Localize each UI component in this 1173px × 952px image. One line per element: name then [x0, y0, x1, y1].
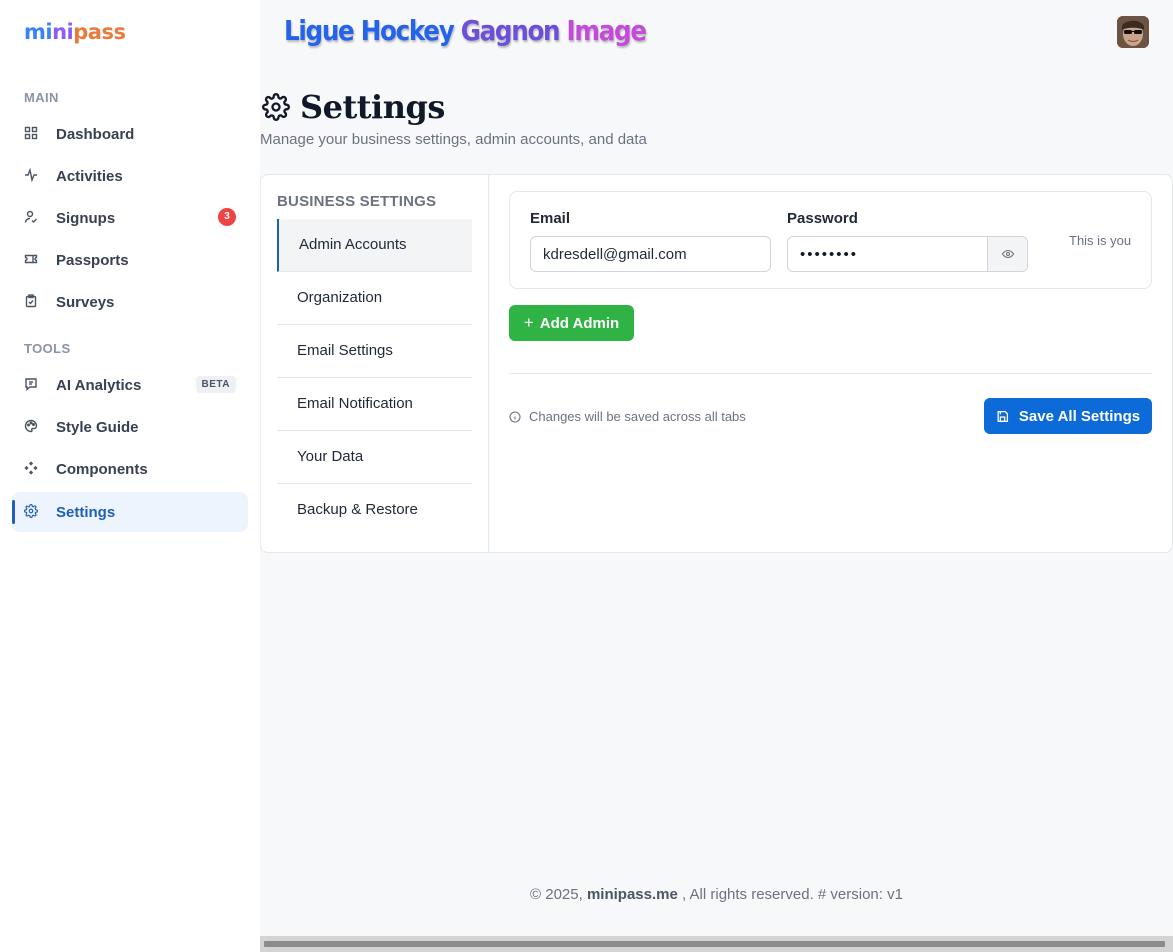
email-field[interactable]: kdresdell@gmail.com: [530, 236, 771, 272]
footer-brand-link[interactable]: minipass.me: [587, 886, 678, 903]
avatar-image: [1117, 16, 1149, 48]
logo-text-part3: pass: [73, 20, 126, 44]
sidebar-item-label: Settings: [56, 503, 116, 521]
sidebar-item-activities[interactable]: Activities: [12, 156, 248, 196]
sidebar-item-label: AI Analytics: [56, 376, 142, 394]
tab-label: Your Data: [297, 448, 364, 465]
sidebar-item-label: Passports: [56, 251, 129, 269]
horizontal-scrollbar[interactable]: [260, 936, 1173, 952]
org-title-part3: Image: [566, 14, 648, 47]
tab-label: Email Settings: [297, 342, 393, 359]
chat-icon: [25, 378, 37, 391]
settings-tabs: BUSINESS SETTINGS Admin Accounts Organiz…: [261, 175, 489, 552]
sidebar-item-surveys[interactable]: Surveys: [12, 282, 248, 322]
save-note-text: Changes will be saved across all tabs: [529, 409, 746, 424]
sidebar-item-settings[interactable]: Settings: [12, 492, 248, 532]
tab-email-notification[interactable]: Email Notification: [277, 378, 472, 431]
gear-icon: [262, 93, 290, 121]
sidebar-item-label: Surveys: [56, 293, 115, 311]
sidebar: minipass MAIN Dashboard Activities Signu…: [0, 0, 260, 952]
footer: © 2025, minipass.me , All rights reserve…: [260, 886, 1173, 903]
plus-icon: +: [523, 313, 534, 332]
sidebar-item-signups[interactable]: Signups 3: [12, 198, 248, 238]
divider: [509, 373, 1152, 374]
org-title-part2: Gagnon: [460, 14, 561, 47]
footer-rights: , All rights reserved. # version: v1: [682, 886, 903, 903]
org-title-part1: Ligue Hockey: [284, 14, 455, 47]
add-admin-button[interactable]: + Add Admin: [509, 305, 634, 341]
save-all-settings-button[interactable]: Save All Settings: [984, 398, 1152, 434]
dashboard-icon: [24, 126, 38, 140]
logo-text-part1: mi: [24, 20, 53, 44]
sidebar-item-dashboard[interactable]: Dashboard: [12, 114, 248, 154]
password-field[interactable]: ••••••••: [788, 237, 987, 271]
signup-icon: [24, 210, 37, 223]
tab-backup-restore[interactable]: Backup & Restore: [277, 484, 472, 537]
tab-label: Admin Accounts: [299, 236, 407, 253]
signups-count-badge: 3: [218, 208, 236, 226]
sidebar-item-passports[interactable]: Passports: [12, 240, 248, 280]
tab-email-settings[interactable]: Email Settings: [277, 325, 472, 378]
self-indicator: This is you: [1069, 233, 1132, 248]
password-label: Password: [787, 210, 858, 227]
admin-row: Email kdresdell@gmail.com Password •••••…: [509, 191, 1152, 289]
footer-copyright: © 2025,: [530, 886, 583, 903]
page-subtitle: Manage your business settings, admin acc…: [260, 131, 647, 148]
tab-label: Organization: [297, 289, 383, 306]
scrollbar-thumb[interactable]: [264, 941, 1165, 947]
sidebar-item-ai-analytics[interactable]: AI Analytics BETA: [12, 365, 248, 405]
logo-text-part2: ni: [52, 20, 74, 44]
clipboard-icon: [25, 294, 37, 308]
organization-title: Ligue Hockey Gagnon Image: [284, 14, 648, 47]
save-note: Changes will be saved across all tabs: [509, 409, 746, 424]
eye-icon: [1001, 249, 1014, 259]
palette-icon: [24, 419, 38, 433]
email-label: Email: [530, 210, 571, 227]
save-all-settings-label: Save All Settings: [1018, 407, 1141, 425]
page-heading: Settings: [262, 88, 445, 126]
tab-label: Backup & Restore: [297, 501, 418, 518]
info-icon: [509, 410, 521, 423]
sidebar-item-label: Style Guide: [56, 418, 139, 436]
tab-admin-accounts[interactable]: Admin Accounts: [277, 219, 472, 272]
tab-label: Email Notification: [297, 395, 413, 412]
sidebar-item-label: Signups: [56, 209, 116, 227]
sidebar-section-main: MAIN: [24, 90, 59, 105]
password-group: ••••••••: [787, 236, 1028, 272]
components-icon: [24, 461, 38, 475]
sidebar-item-label: Dashboard: [56, 125, 135, 143]
user-avatar[interactable]: [1117, 16, 1149, 48]
sidebar-section-tools: TOOLS: [24, 341, 71, 356]
gear-icon: [24, 504, 38, 518]
tab-your-data[interactable]: Your Data: [277, 431, 472, 484]
beta-badge: BETA: [195, 376, 236, 393]
page-title: Settings: [300, 88, 445, 126]
show-password-button[interactable]: [987, 237, 1027, 271]
ticket-icon: [24, 254, 38, 264]
add-admin-label: Add Admin: [539, 314, 620, 332]
sidebar-item-style-guide[interactable]: Style Guide: [12, 407, 248, 447]
settings-card: BUSINESS SETTINGS Admin Accounts Organiz…: [260, 174, 1173, 553]
save-icon: [997, 410, 1008, 422]
sidebar-item-components[interactable]: Components: [12, 449, 248, 489]
activity-icon: [25, 168, 37, 182]
tab-organization[interactable]: Organization: [277, 272, 472, 325]
sidebar-item-label: Activities: [56, 167, 123, 185]
sidebar-item-label: Components: [56, 460, 148, 478]
settings-tabs-heading: BUSINESS SETTINGS: [277, 193, 437, 210]
app-logo[interactable]: minipass: [24, 20, 126, 44]
